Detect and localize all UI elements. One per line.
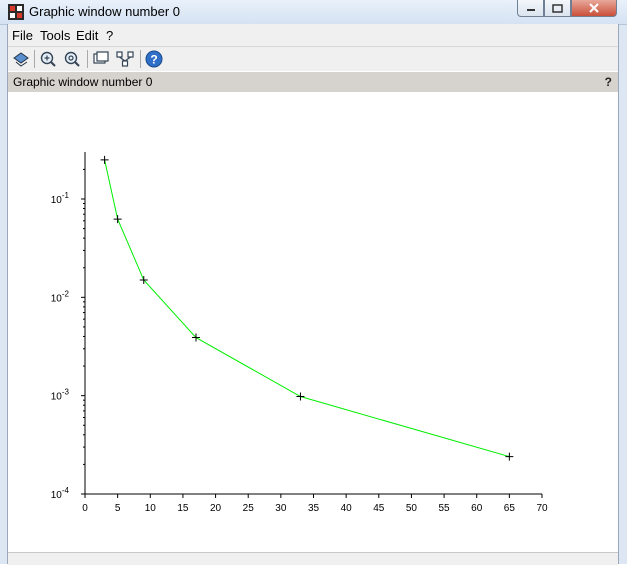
- status-bar: [8, 552, 618, 565]
- x-tick-label: 65: [504, 503, 516, 514]
- x-tick-label: 10: [145, 503, 157, 514]
- y-tick-label: 10-4: [51, 486, 70, 501]
- plot-area[interactable]: 0 5 10 15 20 25 30 35 40 45 50 55 60 65 70 10-1 10-2 10-3…: [8, 92, 618, 552]
- x-tick-label: 45: [373, 503, 385, 514]
- scilab-app-icon: [8, 4, 24, 20]
- x-tick-label: 70: [536, 503, 548, 514]
- x-tick-label: 55: [439, 503, 451, 514]
- x-tick-label: 20: [210, 503, 222, 514]
- maximize-button[interactable]: [544, 0, 571, 17]
- data-line: [104, 159, 510, 458]
- close-icon: [589, 3, 599, 13]
- series: [100, 155, 514, 461]
- menu-help[interactable]: ?: [106, 28, 113, 43]
- title-bar: Graphic window number 0: [0, 0, 627, 25]
- graphic-window: Graphic window number 0 File Tools Edit …: [0, 0, 627, 565]
- editor-icon[interactable]: [116, 50, 134, 68]
- minimize-button[interactable]: [517, 0, 544, 17]
- menu-tools[interactable]: Tools: [40, 28, 70, 43]
- log-plot[interactable]: 0 5 10 15 20 25 30 35 40 45 50 55 60 65 70 10-1 10-2 10-3…: [8, 92, 618, 552]
- x-tick-label: 0: [82, 503, 88, 514]
- maximize-icon: [552, 3, 563, 13]
- y-tick-label: 10-2: [51, 289, 70, 304]
- axes: 0 5 10 15 20 25 30 35 40 45 50 55 60 65 70 10-1 10-2 10-3…: [51, 152, 548, 514]
- menu-bar: File Tools Edit ?: [8, 24, 618, 47]
- rotate-icon[interactable]: [12, 50, 30, 68]
- close-button[interactable]: [571, 0, 617, 17]
- data-point-marker: [100, 155, 109, 164]
- x-tick-label: 30: [275, 503, 287, 514]
- data-point-marker: [505, 452, 514, 461]
- toolbar: ?: [8, 47, 618, 71]
- window-client-area: File Tools Edit ? ? Graphic window numbe…: [7, 24, 619, 565]
- y-tick-label: 10-1: [51, 191, 70, 206]
- zoom-in-icon[interactable]: [39, 50, 57, 68]
- info-bar-text: Graphic window number 0: [13, 75, 153, 89]
- help-icon[interactable]: ?: [145, 50, 163, 68]
- toolbar-separator: [140, 50, 141, 68]
- info-bar: Graphic window number 0 ?: [8, 72, 618, 92]
- x-tick-label: 35: [308, 503, 320, 514]
- x-tick-label: 15: [177, 503, 189, 514]
- window-title: Graphic window number 0: [29, 4, 181, 19]
- x-tick-label: 5: [115, 503, 121, 514]
- toolbar-separator: [87, 50, 88, 68]
- menu-file[interactable]: File: [12, 28, 33, 43]
- x-tick-label: 40: [341, 503, 353, 514]
- toolbar-separator: [34, 50, 35, 68]
- y-tick-label: 10-3: [51, 388, 70, 403]
- x-tick-label: 60: [471, 503, 483, 514]
- data-point-marker: [113, 215, 122, 224]
- minimize-icon: [526, 9, 535, 11]
- svg-text:?: ?: [150, 53, 157, 67]
- menu-edit[interactable]: Edit: [76, 28, 98, 43]
- data-point-marker: [296, 392, 305, 401]
- zoom-out-icon[interactable]: [63, 50, 81, 68]
- x-tick-label: 25: [243, 503, 255, 514]
- datatip-icon[interactable]: [92, 50, 110, 68]
- info-bar-help[interactable]: ?: [605, 75, 612, 89]
- x-tick-label: 50: [406, 503, 418, 514]
